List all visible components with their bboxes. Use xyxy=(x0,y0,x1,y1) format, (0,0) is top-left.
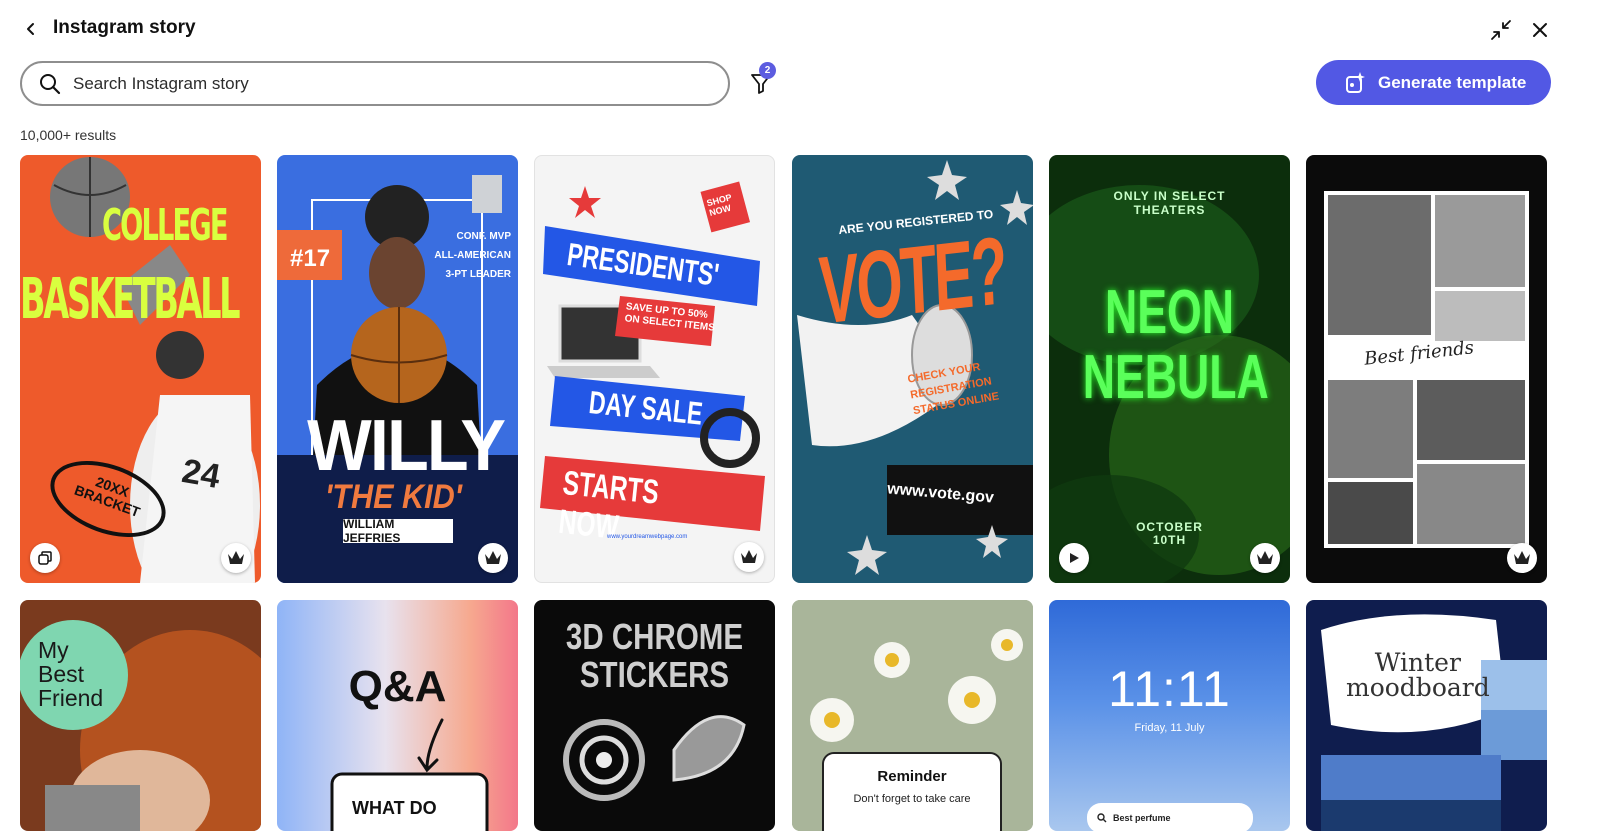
generate-template-label: Generate template xyxy=(1378,72,1527,92)
stat-line: 3-PT LEADER xyxy=(445,269,511,280)
moodboard-title: Winter moodboard xyxy=(1346,650,1490,700)
close-button[interactable] xyxy=(1526,16,1554,44)
theater-line: THEATERS xyxy=(1133,202,1206,217)
movie-title-line: NEON xyxy=(1105,278,1234,347)
page-title: Instagram story xyxy=(53,17,196,38)
sale-headline-line3: STARTS NOW xyxy=(556,464,661,547)
template-card-neon-nebula[interactable]: ONLY IN SELECT THEATERS NEON NEBULA OCTO… xyxy=(1049,155,1290,583)
winter-collage-image xyxy=(1321,614,1547,831)
template-card-college-basketball[interactable]: COLLEGE BASKETBALL 24 20XX BRACKET xyxy=(20,155,261,583)
template-card-winter-moodboard[interactable]: Winter moodboard xyxy=(1306,600,1547,831)
results-count: 10,000+ results xyxy=(20,127,117,143)
template-card-my-best-friend[interactable]: My Best Friend xyxy=(20,600,261,831)
search-icon xyxy=(1097,813,1107,823)
photo-collage-image xyxy=(1324,191,1529,548)
portrait-photo-image xyxy=(20,620,261,831)
jersey-number: 24 xyxy=(179,452,223,497)
search-icon xyxy=(40,73,61,94)
chrome-stickers-image xyxy=(563,715,746,801)
template-card-qa[interactable]: Q&A WHAT DO xyxy=(277,600,518,831)
search-bar[interactable] xyxy=(20,61,730,106)
lockscreen-date: Friday, 11 July xyxy=(1134,722,1205,734)
template-card-reminder[interactable]: Reminder Don't forget to take care xyxy=(792,600,1033,831)
template-card-best-friends[interactable]: Best friends xyxy=(1306,155,1547,583)
title-line: Best xyxy=(38,661,85,688)
movie-title-line: NEBULA xyxy=(1082,343,1269,413)
premium-crown-icon[interactable] xyxy=(734,542,764,572)
play-icon[interactable] xyxy=(1059,543,1089,573)
reminder-body: Don't forget to take care xyxy=(853,793,971,805)
minimize-button[interactable] xyxy=(1487,16,1515,44)
template-card-lockscreen[interactable]: 11:11 Friday, 11 July Best perfume xyxy=(1049,600,1290,831)
collapse-icon xyxy=(1491,20,1511,40)
nickname: 'THE KID' xyxy=(325,478,462,516)
vote-headline: VOTE? xyxy=(817,217,1008,345)
premium-crown-icon[interactable] xyxy=(1250,543,1280,573)
template-card-willy-the-kid[interactable]: #17 CONF. MVP ALL-AMERICAN 3-PT LEADER W… xyxy=(277,155,518,583)
copy-icon[interactable] xyxy=(30,543,60,573)
lockscreen-time: 11:11 xyxy=(1108,661,1231,717)
player-stats: CONF. MVP ALL-AMERICAN 3-PT LEADER xyxy=(427,227,511,284)
dialog-header: Instagram story xyxy=(0,0,1600,60)
close-icon xyxy=(1533,23,1547,37)
release-date: OCTOBER 10TH xyxy=(1049,520,1290,548)
movie-title: NEON NEBULA xyxy=(1082,278,1269,413)
premium-crown-icon[interactable] xyxy=(221,543,251,573)
generate-template-button[interactable]: Generate template xyxy=(1316,60,1551,105)
stat-line: ALL-AMERICAN xyxy=(434,250,511,261)
headline-name: WILLY xyxy=(307,406,506,486)
moodboard-line: Winter xyxy=(1374,648,1461,677)
qa-subtext: WHAT DO xyxy=(352,798,437,818)
reminder-title: Reminder xyxy=(877,768,947,785)
sparkle-template-icon xyxy=(1344,71,1368,95)
theater-line: ONLY IN SELECT xyxy=(1113,189,1226,203)
back-button[interactable] xyxy=(18,16,44,42)
chevron-left-icon xyxy=(27,23,34,35)
player-number: #17 xyxy=(290,245,331,272)
filter-count-badge: 2 xyxy=(759,62,776,79)
lockscreen-search: Best perfume xyxy=(1087,803,1253,831)
fullname-label: WILLIAM JEFFRIES xyxy=(343,517,453,545)
headline-line: BASKETBALL xyxy=(20,267,241,332)
sale-url: www.yourdreamwebpage.com xyxy=(607,534,688,540)
template-card-3d-chrome-stickers[interactable]: 3D CHROME STICKERS xyxy=(534,600,775,831)
title-line: Friend xyxy=(38,685,104,712)
theater-label: ONLY IN SELECT THEATERS xyxy=(1049,189,1290,218)
headline-line: COLLEGE xyxy=(102,200,228,251)
search-input[interactable] xyxy=(73,73,673,94)
template-card-presidents-day-sale[interactable]: SHOP NOW PRESIDENTS' SAVE UP TO 50% ON S… xyxy=(534,155,775,583)
title-line: My xyxy=(38,637,69,663)
moodboard-line: moodboard xyxy=(1346,673,1490,702)
template-card-vote[interactable]: ARE YOU REGISTERED TO VOTE? CHECK YOUR R… xyxy=(792,155,1033,583)
date-line: 10TH xyxy=(1152,533,1187,548)
best-friend-title: My Best Friend xyxy=(38,637,104,712)
stat-line: CONF. MVP xyxy=(456,231,511,242)
lockscreen-search-text: Best perfume xyxy=(1113,813,1171,823)
premium-crown-icon[interactable] xyxy=(478,543,508,573)
premium-crown-icon[interactable] xyxy=(1507,543,1537,573)
arrow-graphic xyxy=(330,718,489,831)
reminder-card: Reminder Don't forget to take care xyxy=(822,752,1002,831)
